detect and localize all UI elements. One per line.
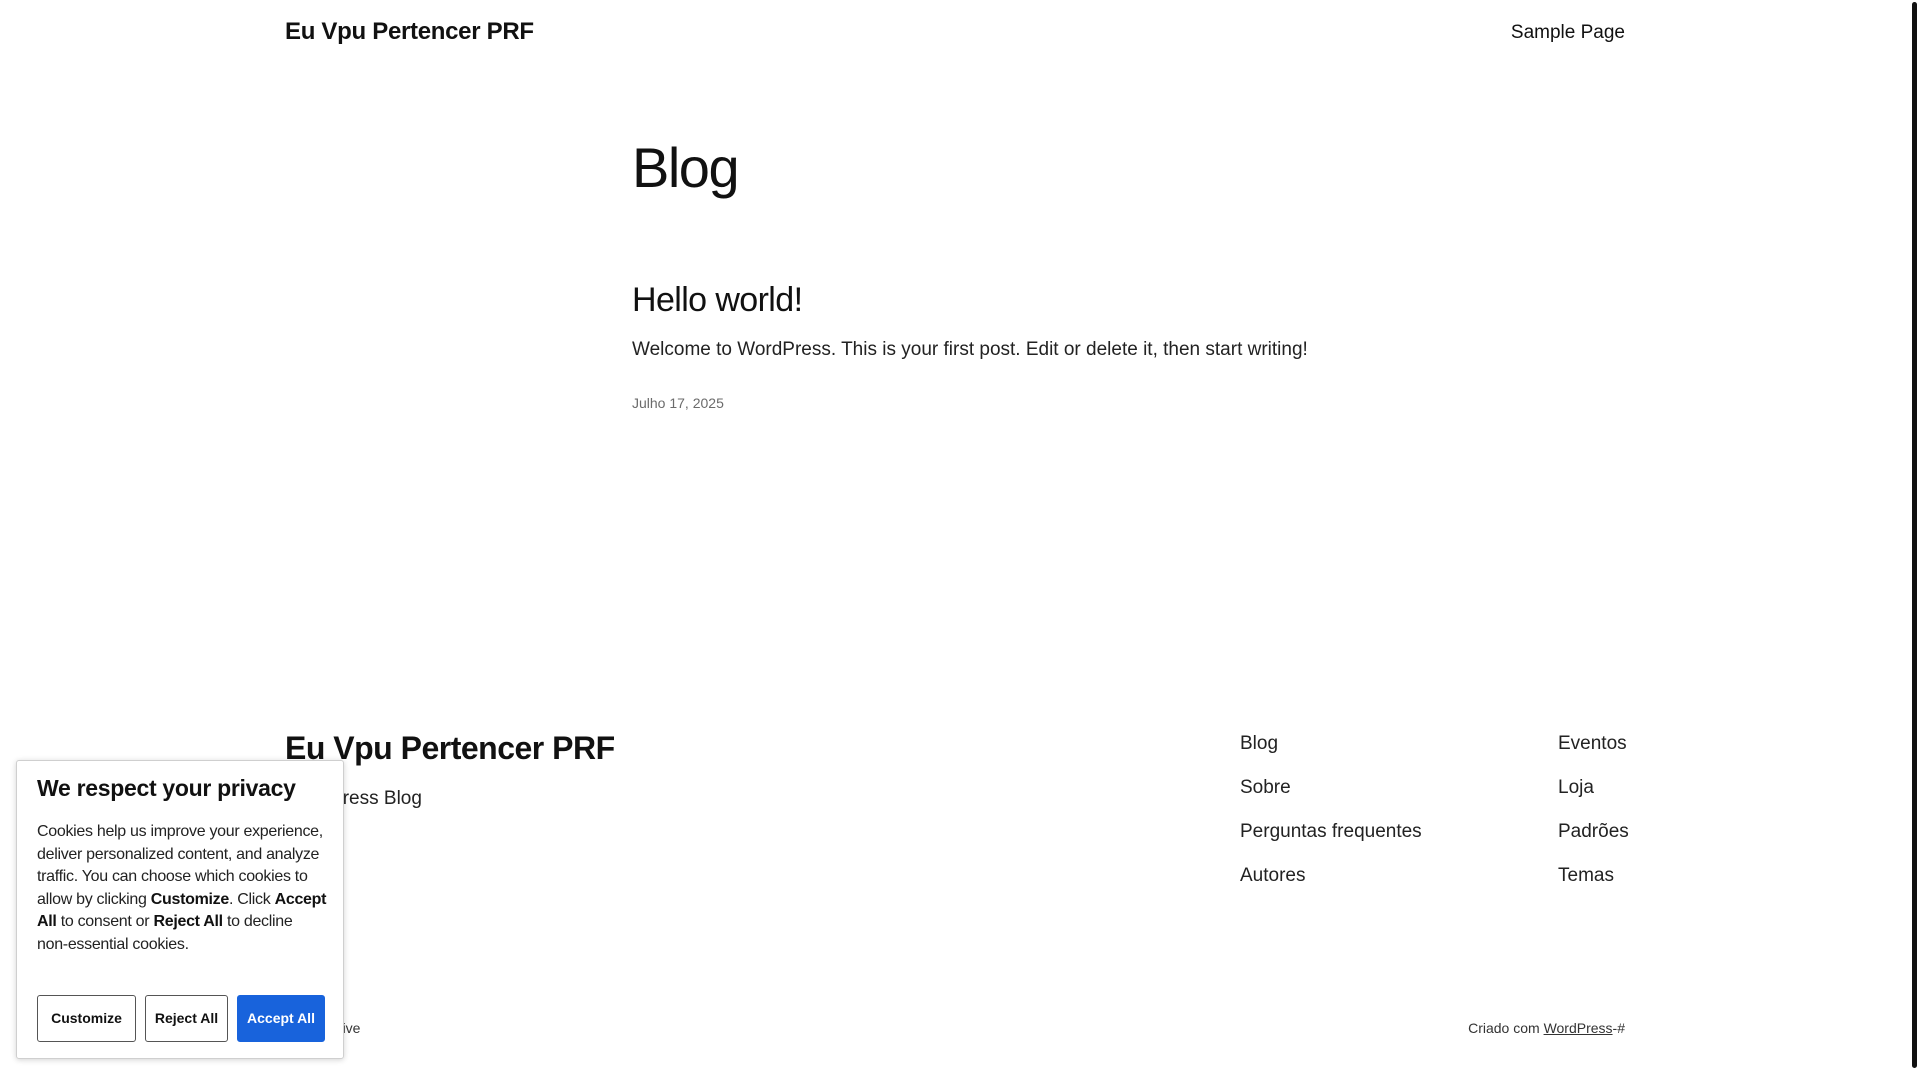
nav-sample-page[interactable]: Sample Page xyxy=(1400,22,1625,44)
footer-credit-wordpress: Criado com WordPress-# xyxy=(1360,1020,1625,1036)
post-excerpt: Welcome to WordPress. This is your first… xyxy=(632,339,1308,360)
footer-link-perguntas-frequentes[interactable]: Perguntas frequentes xyxy=(1240,821,1422,865)
cookie-text-customize: Customize xyxy=(150,890,230,908)
wordpress-link[interactable]: WordPress xyxy=(1544,1020,1613,1036)
footer-nav-column-1: Blog Sobre Perguntas frequentes Autores xyxy=(1240,733,1422,909)
scrollbar-thumb[interactable] xyxy=(1912,2,1917,1068)
scrollbar[interactable] xyxy=(1908,0,1920,1080)
footer-link-autores[interactable]: Autores xyxy=(1240,865,1422,909)
customize-button[interactable]: Customize xyxy=(37,995,136,1042)
credit-prefix: Criado com xyxy=(1468,1020,1540,1036)
footer-link-loja[interactable]: Loja xyxy=(1558,777,1629,821)
page-title: Blog xyxy=(632,136,740,199)
footer-link-temas[interactable]: Temas xyxy=(1558,865,1629,909)
footer-link-sobre[interactable]: Sobre xyxy=(1240,777,1422,821)
post-title-link[interactable]: Hello world! xyxy=(632,281,803,320)
footer-link-padroes[interactable]: Padrões xyxy=(1558,821,1629,865)
cookie-text-part-3: to consent or xyxy=(60,913,150,930)
post-date[interactable]: Julho 17, 2025 xyxy=(632,395,724,411)
cookie-text-part-2: . Click xyxy=(228,890,271,908)
cookie-banner-text: Cookies help us improve your experience,… xyxy=(37,821,327,956)
credit-suffix: -# xyxy=(1612,1020,1625,1036)
cookie-consent-banner: We respect your privacy Cookies help us … xyxy=(16,760,344,1059)
cookie-banner-title: We respect your privacy xyxy=(37,775,296,801)
footer-link-blog[interactable]: Blog xyxy=(1240,733,1422,777)
cookie-text-reject: Reject All xyxy=(153,913,223,930)
site-title[interactable]: Eu Vpu Pertencer PRF xyxy=(285,18,534,46)
footer-nav-column-2: Eventos Loja Padrões Temas xyxy=(1558,733,1629,909)
accept-all-button[interactable]: Accept All xyxy=(237,995,325,1042)
reject-all-button[interactable]: Reject All xyxy=(145,995,228,1042)
footer-link-eventos[interactable]: Eventos xyxy=(1558,733,1629,777)
